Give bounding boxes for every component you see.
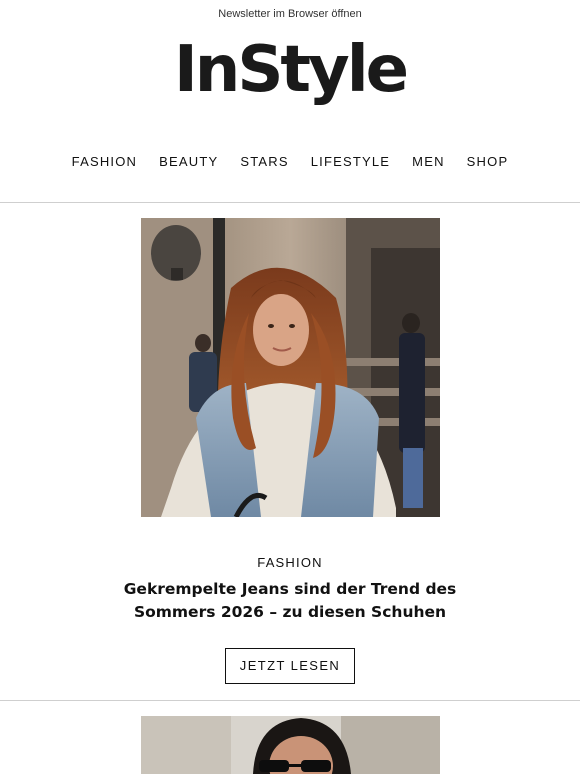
header-divider [0, 202, 580, 203]
nav-item-stars[interactable]: STARS [240, 154, 288, 169]
article-hero-image[interactable] [141, 218, 440, 517]
woman-sunglasses-photo [141, 716, 440, 774]
article-headline[interactable]: Gekrempelte Jeans sind der Trend des Som… [110, 578, 470, 624]
nav-item-beauty[interactable]: BEAUTY [159, 154, 218, 169]
read-now-button[interactable]: JETZT LESEN [225, 648, 355, 684]
open-in-browser-link[interactable]: Newsletter im Browser öffnen [0, 8, 580, 20]
article-headline-line2: Sommers 2026 – zu diesen Schuhen [133, 603, 447, 621]
next-article-image[interactable] [141, 716, 440, 774]
main-navigation: FASHION BEAUTY STARS LIFESTYLE MEN SHOP [0, 154, 580, 169]
nav-item-shop[interactable]: SHOP [467, 154, 509, 169]
article-divider [0, 700, 580, 701]
article-category: FASHION [257, 555, 323, 570]
nav-item-lifestyle[interactable]: LIFESTYLE [311, 154, 390, 169]
woman-denim-vest-photo [141, 218, 440, 517]
nav-item-men[interactable]: MEN [412, 154, 445, 169]
nav-item-fashion[interactable]: FASHION [72, 154, 137, 169]
instyle-logo[interactable]: InStyle [0, 30, 580, 110]
article-headline-line1: Gekrempelte Jeans sind der Trend des [123, 580, 457, 598]
